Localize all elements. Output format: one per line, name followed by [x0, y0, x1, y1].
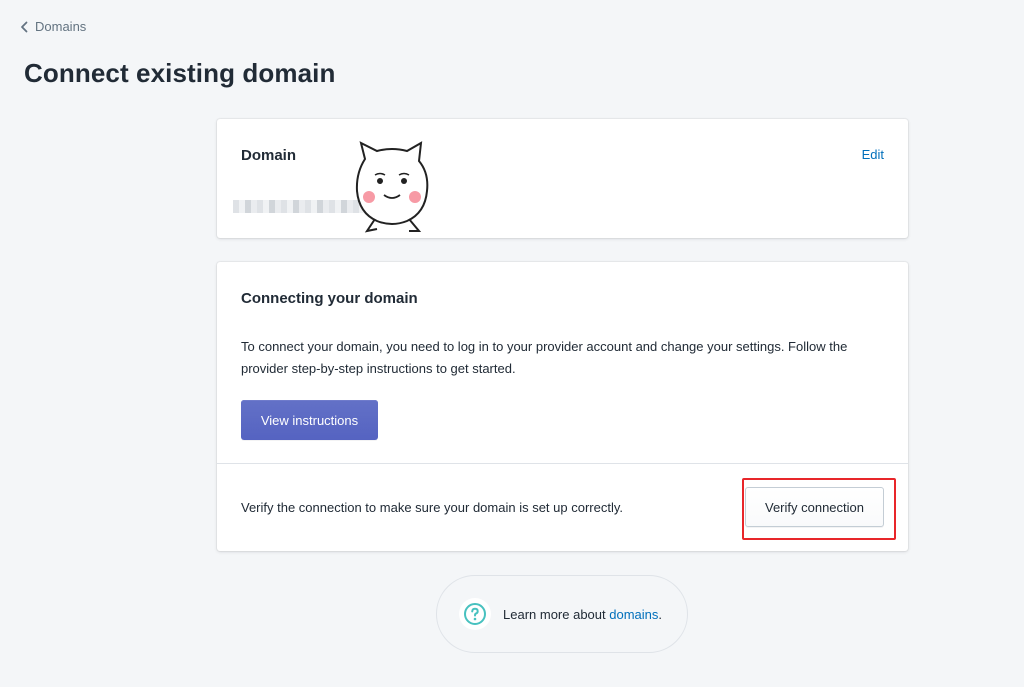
view-instructions-button[interactable]: View instructions	[241, 400, 378, 440]
verify-description: Verify the connection to make sure your …	[241, 500, 623, 515]
section-divider	[217, 463, 908, 464]
edit-link[interactable]: Edit	[862, 147, 884, 162]
connect-description: To connect your domain, you need to log …	[241, 339, 848, 376]
domains-link[interactable]: domains	[609, 607, 658, 622]
question-circle-icon	[459, 598, 491, 630]
page-title: Connect existing domain	[24, 58, 336, 88]
verify-connection-button[interactable]: Verify connection	[745, 487, 884, 527]
breadcrumb-label[interactable]: Domains	[35, 19, 86, 34]
footer-help: Learn more about domains.	[436, 575, 688, 653]
breadcrumb[interactable]: Domains	[20, 19, 86, 34]
connect-card: Connecting your domain To connect your d…	[217, 262, 908, 551]
domain-card: Domain Edit	[217, 119, 908, 238]
footer-text: Learn more about domains.	[503, 607, 662, 622]
footer-suffix: .	[658, 606, 663, 622]
connect-heading: Connecting your domain	[241, 290, 418, 307]
footer-prefix: Learn more about	[503, 606, 606, 622]
cat-sticker-icon	[355, 141, 429, 233]
domain-heading: Domain	[241, 147, 297, 164]
chevron-left-icon	[20, 21, 29, 33]
